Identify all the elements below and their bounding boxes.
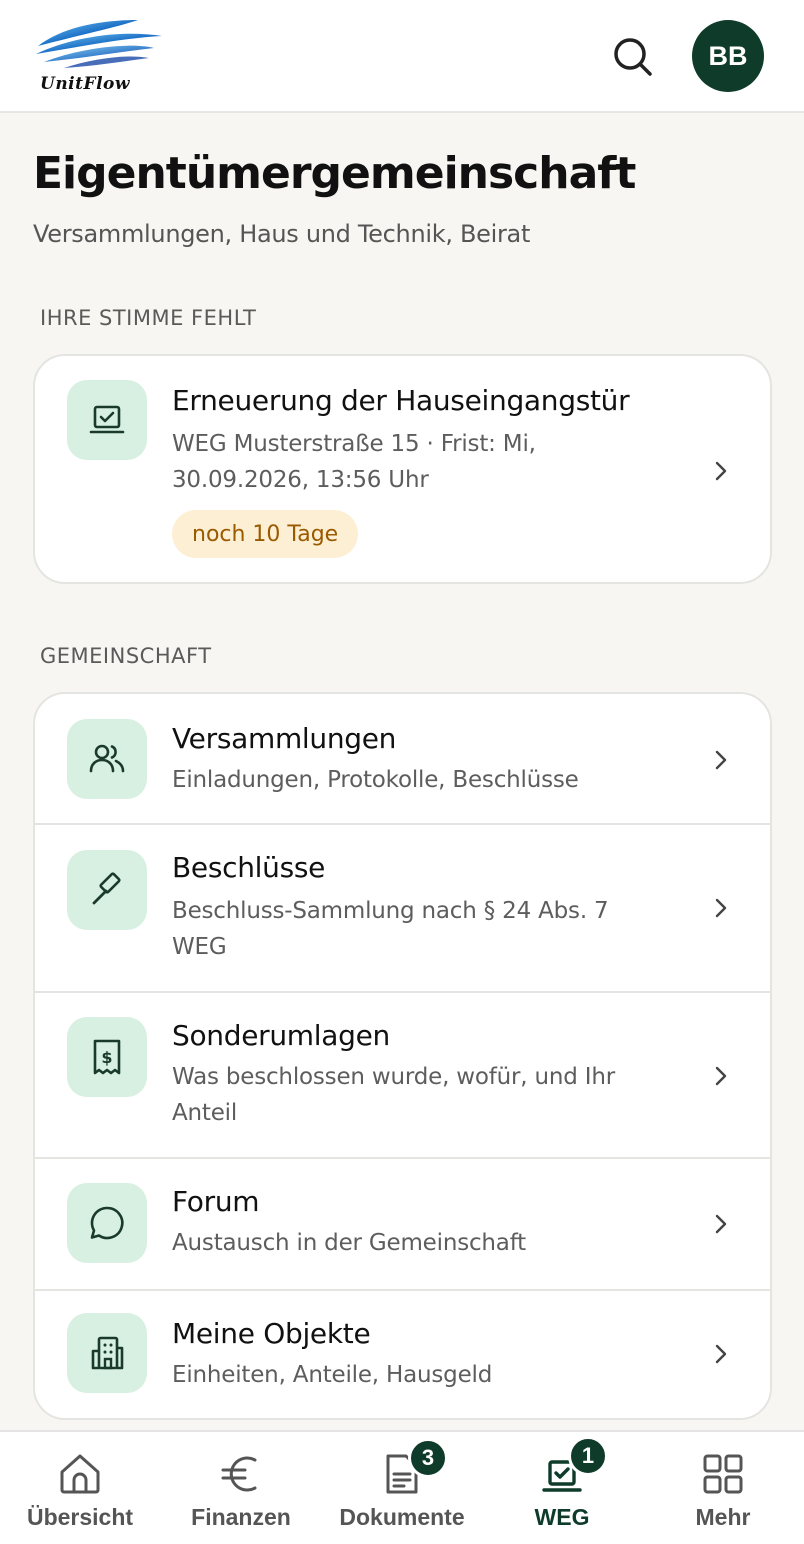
- vote-item-title: Erneuerung der Hauseingangstür: [172, 384, 630, 417]
- list-item-title: Sonderumlagen: [172, 1019, 390, 1052]
- list-item-title: Forum: [172, 1185, 260, 1218]
- chat-icon: [67, 1183, 147, 1263]
- list-item-subtitle: Beschluss-Sammlung nach § 24 Abs. 7 WEG: [172, 898, 609, 960]
- vote-item[interactable]: Erneuerung der Hauseingangstür WEG Muste…: [35, 356, 770, 582]
- chevron-right-icon: [715, 461, 727, 481]
- list-item-forum[interactable]: Forum Austausch in der Gemeinschaft: [35, 1159, 770, 1291]
- community-card: Versammlungen Einladungen, Protokolle, B…: [33, 692, 772, 1420]
- vote-card[interactable]: Erneuerung der Hauseingangstür WEG Muste…: [33, 354, 772, 584]
- list-item-subtitle: Austausch in der Gemeinschaft: [172, 1230, 527, 1256]
- search-icon: [614, 38, 652, 76]
- section-label-community: GEMEINSCHAFT: [40, 644, 212, 668]
- list-item-meine-objekte[interactable]: Meine Objekte Einheiten, Anteile, Hausge…: [35, 1291, 770, 1418]
- section-label-vote: IHRE STIMME FEHLT: [40, 306, 257, 330]
- svg-text:$: $: [101, 1048, 112, 1067]
- notification-badge: 3: [408, 1438, 448, 1478]
- chevron-right-icon: [715, 898, 727, 918]
- search-button[interactable]: [610, 34, 654, 78]
- home-icon: [60, 1454, 100, 1494]
- grid-icon: [703, 1454, 743, 1494]
- chevron-right-icon: [715, 750, 727, 770]
- nav-label: Mehr: [695, 1504, 751, 1530]
- nav-label: Übersicht: [26, 1504, 134, 1530]
- nav-label: Dokumente: [339, 1504, 465, 1530]
- app-header: UnitFlow BB: [0, 0, 804, 113]
- list-item-subtitle: Einheiten, Anteile, Hausgeld: [172, 1362, 493, 1388]
- chevron-right-icon: [715, 1066, 727, 1086]
- nav-item-mehr[interactable]: Mehr: [643, 1432, 803, 1544]
- page-subtitle: Versammlungen, Haus und Technik, Beirat: [33, 220, 531, 248]
- page-title: Eigentümergemeinschaft: [33, 148, 636, 199]
- receipt-icon: $: [67, 1017, 147, 1097]
- chevron-right-icon: [715, 1344, 727, 1364]
- bottom-nav: Übersicht Finanzen 3 Dokumente 1 WEG Meh…: [0, 1430, 804, 1544]
- building-icon: [67, 1313, 147, 1393]
- list-item-sonderumlagen[interactable]: $ Sonderumlagen Was beschlossen wurde, w…: [35, 993, 770, 1159]
- nav-item-uebersicht[interactable]: Übersicht: [0, 1432, 160, 1544]
- chevron-right-icon: [715, 1214, 727, 1234]
- logo-wave-icon: [36, 20, 162, 68]
- list-item-title: Beschlüsse: [172, 851, 326, 884]
- list-item-title: Meine Objekte: [172, 1317, 371, 1350]
- list-item-subtitle: Was beschlossen wurde, wofür, und Ihr An…: [172, 1064, 616, 1126]
- list-item-beschluesse[interactable]: Beschlüsse Beschluss-Sammlung nach § 24 …: [35, 825, 770, 993]
- vote-item-subtitle: WEG Musterstraße 15 · Frist: Mi, 30.09.2…: [172, 431, 536, 493]
- euro-icon: [221, 1456, 257, 1492]
- list-item-title: Versammlungen: [172, 722, 397, 755]
- nav-item-finanzen[interactable]: Finanzen: [161, 1432, 321, 1544]
- notification-badge: 1: [568, 1436, 608, 1476]
- nav-item-weg[interactable]: 1 WEG: [482, 1432, 642, 1544]
- avatar[interactable]: BB: [692, 20, 764, 92]
- nav-label: WEG: [534, 1504, 590, 1530]
- list-item-subtitle: Einladungen, Protokolle, Beschlüsse: [172, 767, 579, 793]
- ballot-icon: [67, 380, 147, 460]
- users-icon: [67, 719, 147, 799]
- list-item-versammlungen[interactable]: Versammlungen Einladungen, Protokolle, B…: [35, 694, 770, 825]
- nav-label: Finanzen: [191, 1504, 291, 1530]
- gavel-icon: [67, 850, 147, 930]
- nav-item-dokumente[interactable]: 3 Dokumente: [322, 1432, 482, 1544]
- logo-text: UnitFlow: [40, 74, 130, 94]
- deadline-badge: noch 10 Tage: [172, 510, 359, 558]
- unitflow-logo[interactable]: UnitFlow: [34, 18, 166, 96]
